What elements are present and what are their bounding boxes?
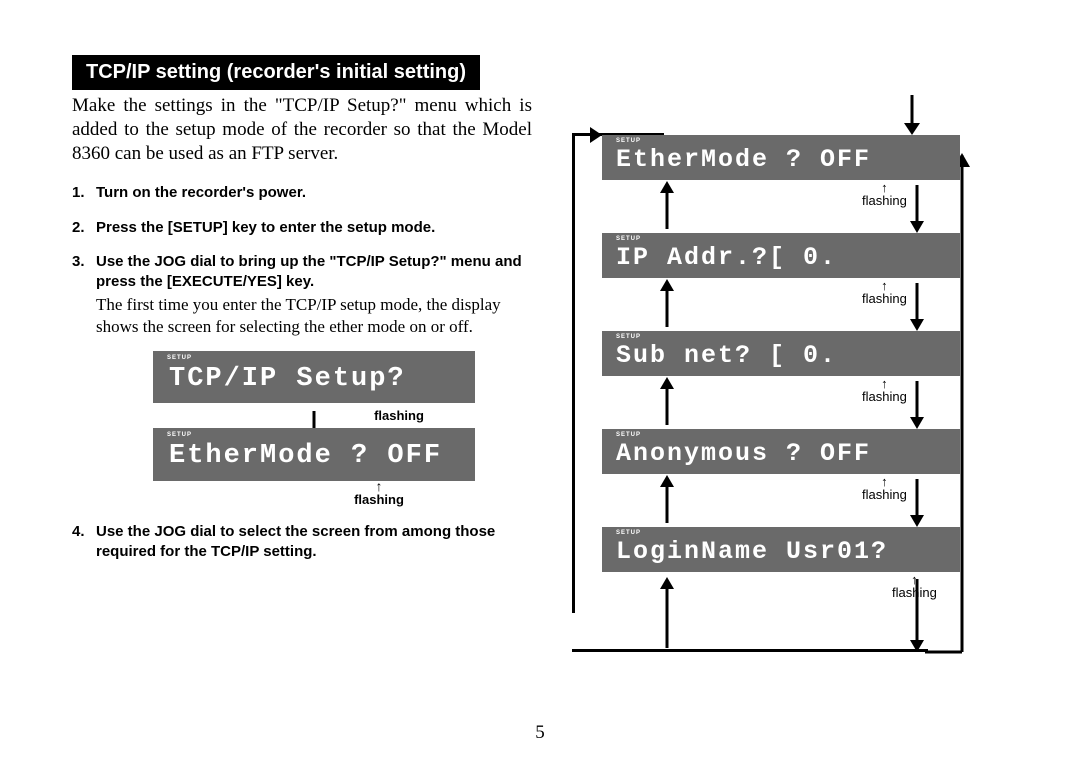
flashing-pointer: ↑flashing	[862, 377, 907, 403]
flashing-label: flashing	[862, 291, 907, 306]
up-arrow-icon: ↑	[376, 479, 383, 493]
flashing-label: flashing	[862, 389, 907, 404]
lcd-text: EtherMode ? OFF	[616, 145, 871, 174]
setup-tag: SETUP	[616, 334, 641, 340]
flashing-label: flashing	[374, 409, 424, 422]
flow-border	[572, 649, 928, 652]
lcd-tcpip-setup: SETUP TCP/IP Setup?	[153, 351, 475, 403]
setup-tag: SETUP	[167, 431, 192, 439]
lcd-stack-left: SETUP TCP/IP Setup? flashing SETUP Ether…	[96, 351, 532, 506]
step-2: Press the [SETUP] key to enter the setup…	[72, 218, 532, 238]
setup-tag: SETUP	[167, 354, 192, 362]
step-1-text: Turn on the recorder's power.	[96, 184, 306, 201]
step-4: Use the JOG dial to select the screen fr…	[72, 522, 532, 563]
setup-tag: SETUP	[616, 138, 641, 144]
flashing-label: flashing	[862, 487, 907, 502]
step-3-note: The first time you enter the TCP/IP setu…	[96, 294, 532, 337]
lcd-text: TCP/IP Setup?	[169, 364, 406, 394]
step-4-text: Use the JOG dial to select the screen fr…	[96, 523, 495, 560]
flashing-pointer: ↑flashing	[862, 181, 907, 207]
step-3-text: Use the JOG dial to bring up the "TCP/IP…	[96, 253, 522, 290]
flow-diagram: SETUP EtherMode ? OFF ↑flashing SETUP IP…	[572, 95, 972, 655]
step-2-text: Press the [SETUP] key to enter the setup…	[96, 219, 435, 236]
section-header: TCP/IP setting (recorder's initial setti…	[72, 55, 480, 90]
lcd-text: LoginName Usr01?	[616, 537, 888, 566]
flashing-pointer: ↑flashing	[862, 475, 907, 501]
lcd-text: Sub net? [ 0.	[616, 341, 837, 370]
flashing-label: flashing	[862, 193, 907, 208]
lcd-subnet: SETUP Sub net? [ 0.	[602, 331, 960, 376]
page-number: 5	[0, 722, 1080, 744]
setup-tag: SETUP	[616, 236, 641, 242]
step-1: Turn on the recorder's power.	[72, 183, 532, 203]
flashing-pointer: ↑flashing	[892, 573, 937, 599]
step-3: Use the JOG dial to bring up the "TCP/IP…	[72, 252, 532, 506]
lcd-text: EtherMode ? OFF	[169, 441, 442, 471]
lcd-text: IP Addr.?[ 0.	[616, 243, 837, 272]
steps-list: Turn on the recorder's power. Press the …	[72, 183, 532, 562]
intro-text: Make the settings in the "TCP/IP Setup?"…	[72, 94, 532, 165]
setup-tag: SETUP	[616, 432, 641, 438]
lcd-ethermode: SETUP EtherMode ? OFF	[602, 135, 960, 180]
flashing-label: flashing	[354, 493, 404, 506]
flashing-pointer: ↑flashing	[862, 279, 907, 305]
lcd-ip-addr: SETUP IP Addr.?[ 0.	[602, 233, 960, 278]
lcd-anonymous: SETUP Anonymous ? OFF	[602, 429, 960, 474]
lcd-ethermode: SETUP EtherMode ? OFF	[153, 428, 475, 480]
lcd-text: Anonymous ? OFF	[616, 439, 871, 468]
flashing-pointer: ↑ flashing	[354, 479, 404, 506]
flashing-pointer: flashing	[374, 409, 424, 422]
setup-tag: SETUP	[616, 530, 641, 536]
lcd-loginname: SETUP LoginName Usr01?	[602, 527, 960, 572]
flashing-label: flashing	[892, 585, 937, 600]
